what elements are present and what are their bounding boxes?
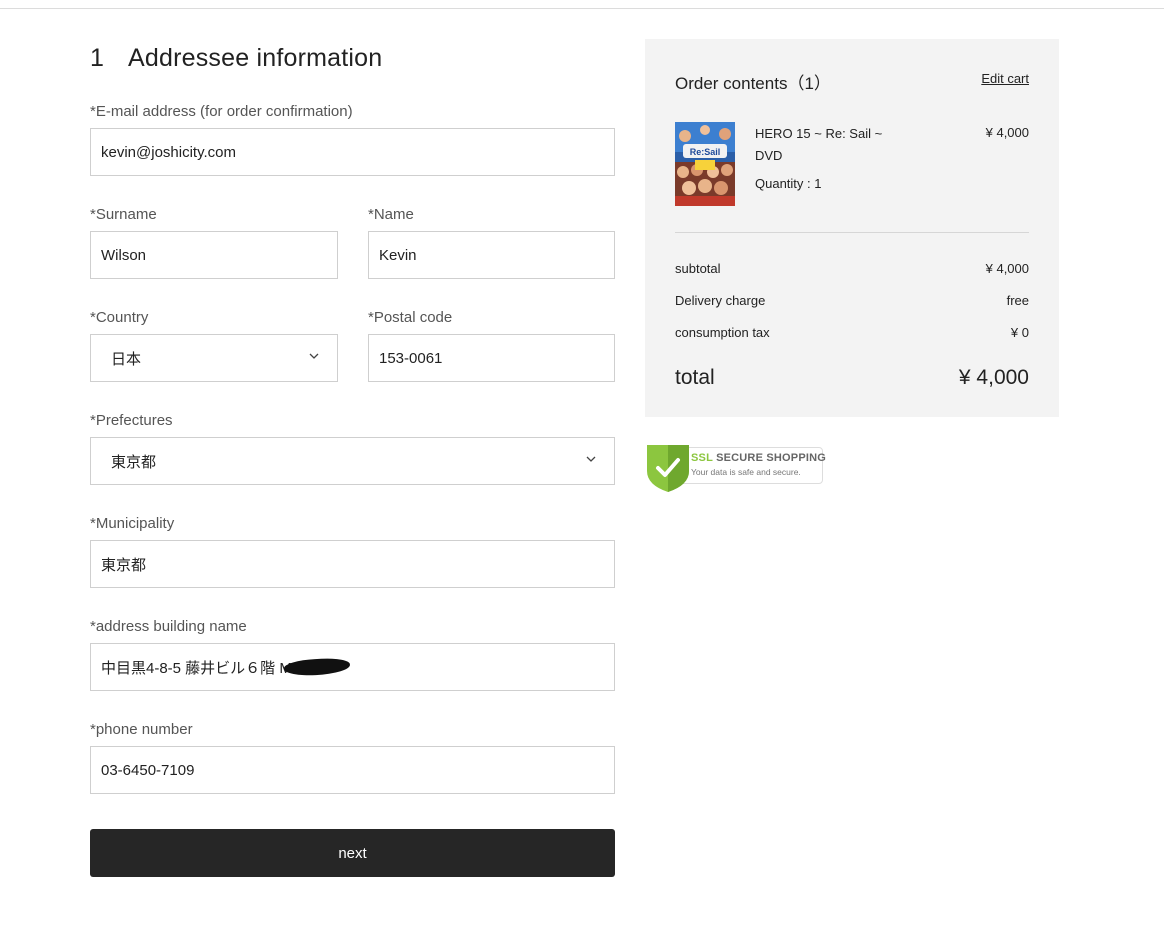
total-label: total [675, 366, 715, 389]
ssl-secure-badge: SSL SECURE SHOPPING Your data is safe an… [645, 441, 826, 493]
email-value: kevin@joshicity.com [101, 143, 236, 161]
municipality-field[interactable]: 東京都 [90, 540, 615, 588]
country-select[interactable]: 日本 [90, 334, 338, 382]
product-name[interactable]: HERO 15 ~ Re: Sail ~ DVD [755, 123, 905, 167]
redaction-mark [283, 657, 351, 677]
order-contents-title: Order contents（1） [675, 74, 831, 93]
subtotal-label: subtotal [675, 261, 721, 276]
name-value: Kevin [379, 246, 417, 264]
ssl-badge-ssl: SSL [691, 452, 713, 464]
subtotal-value: ¥ 4,000 [985, 261, 1029, 276]
summary-divider [675, 232, 1029, 233]
ssl-badge-secure: SECURE SHOPPING [716, 452, 827, 464]
section-number: 1 [90, 44, 105, 72]
dvd-cover-image: Re:Sail [675, 122, 735, 206]
chevron-down-icon [309, 353, 319, 359]
total-row: total ¥ 4,000 [675, 366, 1029, 390]
shield-check-icon [647, 445, 689, 492]
phone-value: 03-6450-7109 [101, 761, 195, 779]
phone-field[interactable]: 03-6450-7109 [90, 746, 615, 794]
postal-code-label: *Postal code [368, 309, 453, 326]
dvd-cover-title: Re:Sail [690, 147, 721, 157]
surname-field[interactable]: Wilson [90, 231, 338, 279]
tax-value: ¥ 0 [1010, 325, 1029, 340]
order-summary: Order contents（1） Edit cart Re:Sail HERO… [645, 39, 1059, 417]
tax-label: consumption tax [675, 325, 770, 340]
delivery-value: free [1006, 293, 1029, 308]
tax-row: consumption tax ¥ 0 [675, 325, 1029, 340]
phone-label: *phone number [90, 721, 193, 738]
ssl-badge-subtitle: Your data is safe and secure. [691, 467, 801, 477]
top-divider [0, 8, 1164, 9]
postal-code-value: 153-0061 [379, 349, 443, 367]
prefecture-select[interactable]: 東京都 [90, 437, 615, 485]
prefecture-value: 東京都 [111, 453, 157, 471]
address-field[interactable]: 中目黒4-8-5 藤井ビル６階 M [90, 643, 615, 691]
address-value: 中目黒4-8-5 藤井ビル６階 M [101, 659, 292, 677]
address-label: *address building name [90, 618, 247, 635]
section-title: Addressee information [128, 44, 383, 72]
section-heading: 1 Addressee information [90, 44, 382, 73]
delivery-label: Delivery charge [675, 293, 766, 308]
country-label: *Country [90, 309, 149, 326]
total-value: ¥ 4,000 [958, 366, 1029, 389]
surname-value: Wilson [101, 246, 147, 264]
product-price: ¥ 4,000 [985, 125, 1029, 140]
product-quantity: Quantity : 1 [755, 176, 822, 191]
municipality-value: 東京都 [101, 556, 147, 574]
country-value: 日本 [111, 350, 142, 368]
subtotal-row: subtotal ¥ 4,000 [675, 261, 1029, 276]
product-thumbnail[interactable]: Re:Sail [675, 122, 735, 206]
prefecture-label: *Prefectures [90, 412, 173, 429]
name-field[interactable]: Kevin [368, 231, 615, 279]
ssl-badge-title: SSL SECURE SHOPPING [691, 452, 826, 464]
chevron-down-icon [586, 456, 596, 462]
surname-label: *Surname [90, 206, 157, 223]
postal-code-field[interactable]: 153-0061 [368, 334, 615, 382]
email-label: *E-mail address (for order confirmation) [90, 103, 353, 120]
name-label: *Name [368, 206, 414, 223]
email-field[interactable]: kevin@joshicity.com [90, 128, 615, 176]
municipality-label: *Municipality [90, 515, 175, 532]
next-button[interactable]: next [90, 829, 615, 877]
edit-cart-link[interactable]: Edit cart [981, 71, 1029, 86]
delivery-row: Delivery charge free [675, 293, 1029, 308]
